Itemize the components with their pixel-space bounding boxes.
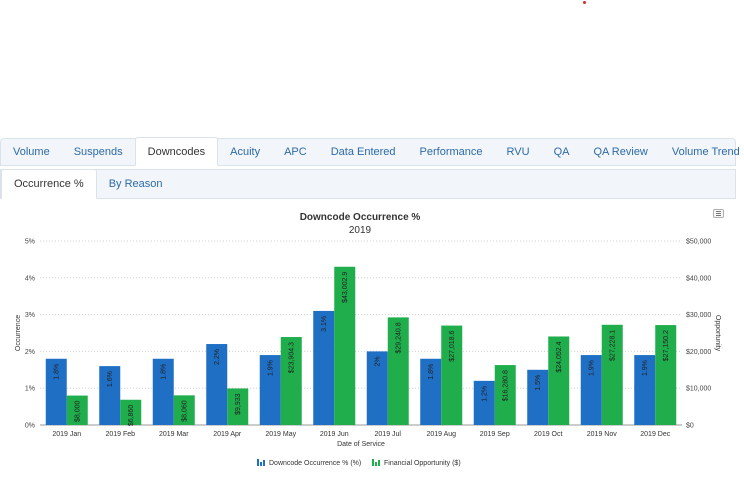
red-dot bbox=[583, 1, 586, 4]
x-tick-label: 2019 Sep bbox=[480, 431, 510, 438]
subtab-by-reason[interactable]: By Reason bbox=[97, 170, 175, 198]
tab-downcodes[interactable]: Downcodes bbox=[134, 137, 219, 166]
tab-data-entered[interactable]: Data Entered bbox=[319, 139, 408, 165]
y-right-tick: $10,000 bbox=[686, 386, 711, 393]
tab-volume-trend[interactable]: Volume Trend bbox=[660, 139, 744, 165]
y-left-tick: 4% bbox=[25, 275, 35, 282]
bar-label-opportunity: $9,933 bbox=[235, 393, 242, 415]
downcode-chart: Downcode Occurrence % 2019 0% 1% 2% 3% 4% 5% $0 $… bbox=[15, 212, 721, 467]
x-tick-label: 2019 May bbox=[265, 431, 296, 438]
bar-label-occurrence: 1.2% bbox=[482, 386, 489, 402]
legend-bar-icon bbox=[263, 460, 265, 466]
y-left-tick: 0% bbox=[25, 423, 35, 430]
y-right-tick: $20,000 bbox=[686, 349, 711, 356]
y-left-tick: 5% bbox=[25, 239, 35, 246]
legend-bar-icon bbox=[378, 460, 380, 466]
bar-label-occurrence: 3.1% bbox=[321, 316, 328, 332]
bar-label-opportunity: $24,052.4 bbox=[556, 341, 563, 372]
tab-volume[interactable]: Volume bbox=[1, 139, 62, 165]
bar-label-occurrence: 1.8% bbox=[428, 364, 435, 380]
y-right-tick: $40,000 bbox=[686, 275, 711, 282]
x-tick-label: 2019 Feb bbox=[105, 431, 135, 438]
x-tick-label: 2019 Nov bbox=[587, 431, 617, 438]
legend-bar-icon bbox=[257, 459, 259, 466]
sub-tab-bar: Occurrence % By Reason bbox=[0, 169, 736, 199]
bar-label-occurrence: 1.9% bbox=[589, 360, 596, 376]
y-left-tick: 2% bbox=[25, 349, 35, 356]
tab-rvu[interactable]: RVU bbox=[495, 139, 542, 165]
y-left-tick: 1% bbox=[25, 386, 35, 393]
bar-label-opportunity: $27,018.6 bbox=[449, 330, 456, 361]
x-tick-label: 2019 Jul bbox=[375, 431, 402, 438]
x-tick-label: 2019 Apr bbox=[213, 431, 242, 438]
bar-label-opportunity: $27,228.1 bbox=[610, 330, 617, 361]
y-right-tick: $0 bbox=[686, 423, 694, 430]
y-left-axis-title: Occurrence bbox=[15, 315, 22, 351]
y-right-axis-title: Opportunity bbox=[714, 315, 721, 352]
bar-label-occurrence: 2.2% bbox=[214, 349, 221, 365]
tab-apc[interactable]: APC bbox=[272, 139, 319, 165]
x-tick-label: 2019 Jun bbox=[320, 431, 349, 438]
tab-performance[interactable]: Performance bbox=[408, 139, 495, 165]
bar-label-opportunity: $27,150.2 bbox=[663, 330, 670, 361]
bar-label-occurrence: 2% bbox=[375, 356, 382, 366]
tab-qa[interactable]: QA bbox=[542, 139, 582, 165]
legend-bar-icon bbox=[375, 462, 377, 466]
tab-acuity[interactable]: Acuity bbox=[218, 139, 272, 165]
bar-label-occurrence: 1.8% bbox=[54, 364, 61, 380]
x-tick-label: 2019 Dec bbox=[640, 431, 670, 438]
legend-bar-icon bbox=[372, 459, 374, 466]
bar-label-occurrence: 1.6% bbox=[107, 371, 114, 387]
tab-qa-review[interactable]: QA Review bbox=[581, 139, 659, 165]
x-tick-label: 2019 Jan bbox=[52, 431, 81, 438]
bar-label-occurrence: 1.5% bbox=[535, 375, 542, 391]
bar-label-opportunity: $8,060 bbox=[182, 400, 189, 422]
bar-label-opportunity: $16,280.8 bbox=[503, 370, 510, 401]
bar-label-opportunity: $6,860 bbox=[128, 405, 135, 427]
subtab-occurrence[interactable]: Occurrence % bbox=[1, 169, 97, 199]
x-tick-label: 2019 Mar bbox=[159, 431, 189, 438]
chart-title: Downcode Occurrence % bbox=[300, 212, 421, 223]
tab-suspends[interactable]: Suspends bbox=[62, 139, 135, 165]
legend-item-opportunity: Financial Opportunity ($) bbox=[384, 460, 461, 467]
main-tab-bar: Volume Suspends Downcodes Acuity APC Data Ent… bbox=[0, 137, 740, 166]
y-left-tick: 3% bbox=[25, 312, 35, 319]
x-tick-label: 2019 Aug bbox=[426, 431, 456, 438]
y-right-tick: $50,000 bbox=[686, 239, 711, 246]
chart-subtitle: 2019 bbox=[349, 225, 372, 236]
bar-label-occurrence: 1.9% bbox=[642, 360, 649, 376]
x-axis-title: Date of Service bbox=[337, 441, 385, 448]
bar-label-opportunity: $23,904.3 bbox=[289, 342, 296, 373]
x-tick-label: 2019 Oct bbox=[534, 431, 562, 438]
bar-label-opportunity: $43,002.9 bbox=[342, 272, 349, 303]
y-right-tick: $30,000 bbox=[686, 312, 711, 319]
legend-item-occurrence: Downcode Occurrence % (%) bbox=[269, 460, 361, 467]
bar-label-occurrence: 1.8% bbox=[161, 364, 168, 380]
legend-bar-icon bbox=[260, 462, 262, 466]
bar-label-opportunity: $29,240.8 bbox=[396, 322, 403, 353]
bar-label-occurrence: 1.9% bbox=[268, 360, 275, 376]
bar-label-opportunity: $8,000 bbox=[75, 400, 82, 422]
